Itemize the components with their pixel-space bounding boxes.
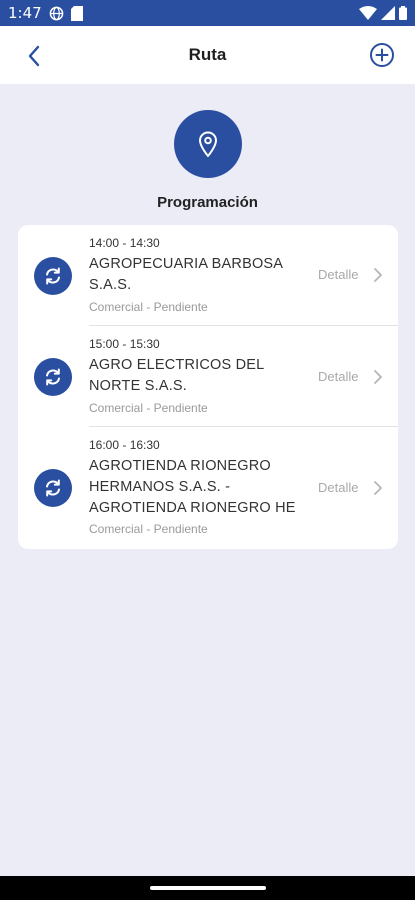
chevron-right-icon [374,268,382,282]
status-bar: 1:47 [0,0,415,26]
chevron-right-icon [374,481,382,495]
item-name: AGROPECUARIA BARBOSA S.A.S. [89,256,283,293]
sync-badge [34,358,72,396]
detail-link[interactable]: Detalle [318,369,358,384]
item-time: 16:00 - 16:30 [89,438,160,452]
chevron-left-icon [28,45,40,67]
vpn-globe-icon [49,6,64,20]
chevron-right-icon [374,370,382,384]
section-title: Programación [157,194,258,211]
detail-link[interactable]: Detalle [318,480,358,495]
page-title: Ruta [188,45,227,64]
sync-badge [34,469,72,507]
schedule-card: 14:00 - 14:30 AGROPECUARIA BARBOSA S.A.S… [18,225,398,549]
item-status: Comercial - Pendiente [89,401,208,415]
sync-icon [46,267,60,285]
item-name: AGRO ELECTRICOS DEL NORTE S.A.S. [89,357,264,394]
item-status: Comercial - Pendiente [89,522,208,536]
home-gesture-handle[interactable] [150,886,266,890]
battery-icon [399,6,407,20]
item-name: AGROTIENDA RIONEGRO HERMANOS S.A.S. - AG… [89,458,296,516]
sync-badge [34,257,72,295]
list-item[interactable]: 15:00 - 15:30 AGRO ELECTRICOS DEL NORTE … [18,326,398,427]
cell-signal-icon [381,6,395,20]
back-button[interactable] [20,42,48,70]
detail-link[interactable]: Detalle [318,267,358,282]
item-time: 15:00 - 15:30 [89,337,160,351]
system-nav-bar [0,876,415,900]
list-item[interactable]: 16:00 - 16:30 AGROTIENDA RIONEGRO HERMAN… [18,427,398,549]
add-circle-icon[interactable] [369,42,395,68]
item-time: 14:00 - 14:30 [89,236,160,250]
status-time: 1:47 [8,4,42,22]
list-item[interactable]: 14:00 - 14:30 AGROPECUARIA BARBOSA S.A.S… [18,225,398,325]
item-status: Comercial - Pendiente [89,300,208,314]
location-pin-icon [199,131,217,157]
sync-icon [46,368,60,386]
location-badge [174,110,242,178]
wifi-icon [359,6,377,20]
app-header: Ruta [0,26,415,84]
sync-icon [46,479,60,497]
sd-card-icon [70,5,83,21]
